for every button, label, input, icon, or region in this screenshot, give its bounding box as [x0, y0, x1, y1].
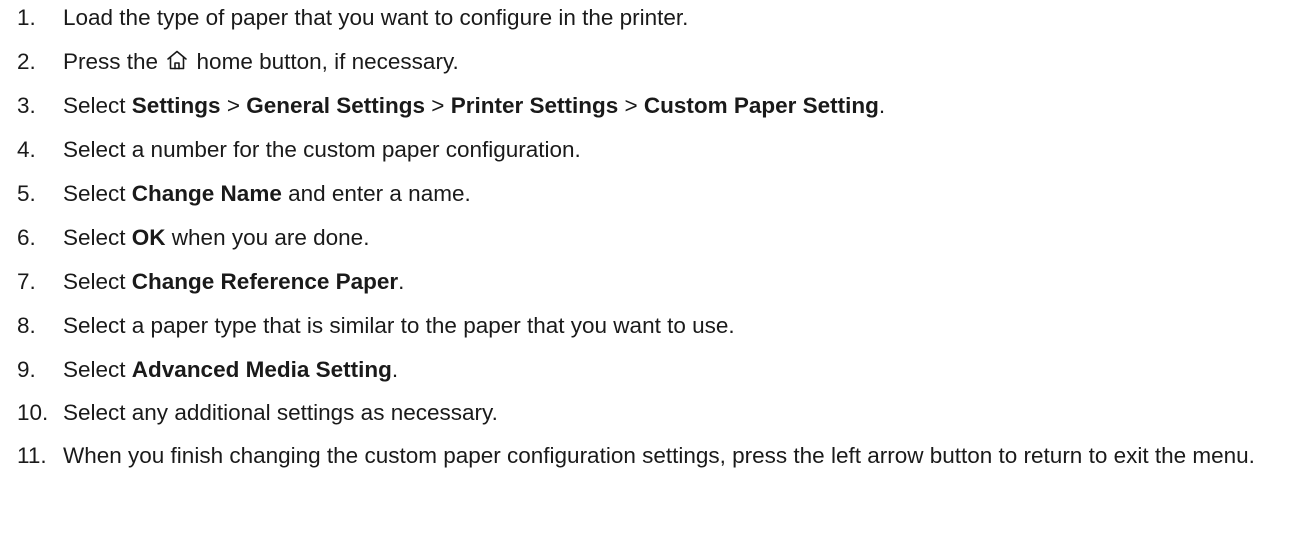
menu-option-label: Change Name — [131, 181, 282, 206]
step-text-segment: Select — [63, 93, 132, 118]
step-text: Select a paper type that is similar to t… — [63, 313, 735, 338]
menu-option-label: Custom Paper Setting — [643, 93, 879, 118]
step-text-segment: Select — [63, 357, 132, 382]
step-number: 4. — [17, 137, 36, 162]
step-number: 7. — [17, 269, 36, 294]
menu-option-label: Settings — [131, 93, 221, 118]
step-text: Press the home button, if necessary. — [63, 49, 459, 74]
step-text-segment: Select — [63, 269, 132, 294]
step-text-segment: > — [220, 93, 247, 118]
step-item: 2. Press the home button, if necessary. — [0, 48, 1296, 75]
menu-option-label: Change Reference Paper — [131, 269, 399, 294]
step-item: 9. Select Advanced Media Setting. — [0, 356, 1296, 383]
step-number: 10. — [17, 400, 49, 425]
step-text: Select Change Name and enter a name. — [63, 181, 471, 206]
step-text-segment: . — [391, 357, 399, 382]
step-number: 5. — [17, 181, 36, 206]
step-text-segment: Load the type of paper that you want to … — [63, 5, 689, 30]
step-text: Select Settings > General Settings > Pri… — [63, 93, 885, 118]
step-text-segment: > — [425, 93, 451, 118]
step-text-segment: Select any additional settings as necess… — [63, 400, 498, 425]
step-text: Select Change Reference Paper. — [63, 269, 404, 294]
step-text-segment: home button, if necessary. — [190, 49, 459, 74]
step-text-segment: > — [618, 93, 644, 118]
menu-option-label: OK — [131, 225, 166, 250]
step-text: Select Advanced Media Setting. — [63, 357, 398, 382]
step-text-segment: Select — [63, 181, 132, 206]
step-item: 3. Select Settings > General Settings > P… — [0, 92, 1296, 119]
step-item: 10. Select any additional settings as nec… — [0, 400, 1296, 426]
step-text: Select OK when you are done. — [63, 225, 369, 250]
step-text-segment: Select — [63, 225, 132, 250]
step-number: 9. — [17, 357, 36, 382]
step-item: 8. Select a paper type that is similar to… — [0, 312, 1296, 339]
step-text-segment: When you finish changing the custom pape… — [63, 443, 1255, 468]
menu-option-label: General Settings — [246, 93, 426, 118]
step-text-segment: . — [398, 269, 405, 294]
menu-option-label: Advanced Media Setting — [131, 357, 392, 382]
step-number: 8. — [17, 313, 36, 338]
step-text-segment: Select a paper type that is similar to t… — [63, 313, 735, 338]
step-item: 6. Select OK when you are done. — [0, 224, 1296, 251]
step-text-segment: and enter a name. — [281, 181, 471, 206]
step-item: 1. Load the type of paper that you want t… — [0, 4, 1296, 31]
step-number: 11. — [17, 443, 47, 468]
step-text: Select any additional settings as necess… — [63, 400, 498, 425]
step-text: Select a number for the custom paper con… — [63, 137, 581, 162]
step-item: 7. Select Change Reference Paper. — [0, 268, 1296, 295]
step-text-segment: Select a number for the custom paper con… — [63, 137, 581, 162]
step-number: 2. — [17, 49, 36, 74]
step-text: Load the type of paper that you want to … — [63, 5, 688, 30]
step-number: 6. — [17, 225, 36, 250]
step-item: 4. Select a number for the custom paper c… — [0, 136, 1296, 163]
step-item: 11. When you finish changing the custom p… — [0, 443, 1296, 469]
step-text-segment: Press the — [63, 49, 165, 74]
step-number: 3. — [17, 93, 36, 118]
step-text-segment: . — [878, 93, 886, 118]
step-text-segment: when you are done. — [165, 225, 370, 250]
step-number: 1. — [17, 5, 36, 30]
instruction-steps: 1. Load the type of paper that you want t… — [0, 4, 1296, 469]
menu-option-label: Printer Settings — [450, 93, 619, 118]
step-text: When you finish changing the custom pape… — [63, 443, 1255, 468]
step-item: 5. Select Change Name and enter a name. — [0, 180, 1296, 207]
home-icon — [166, 49, 188, 71]
